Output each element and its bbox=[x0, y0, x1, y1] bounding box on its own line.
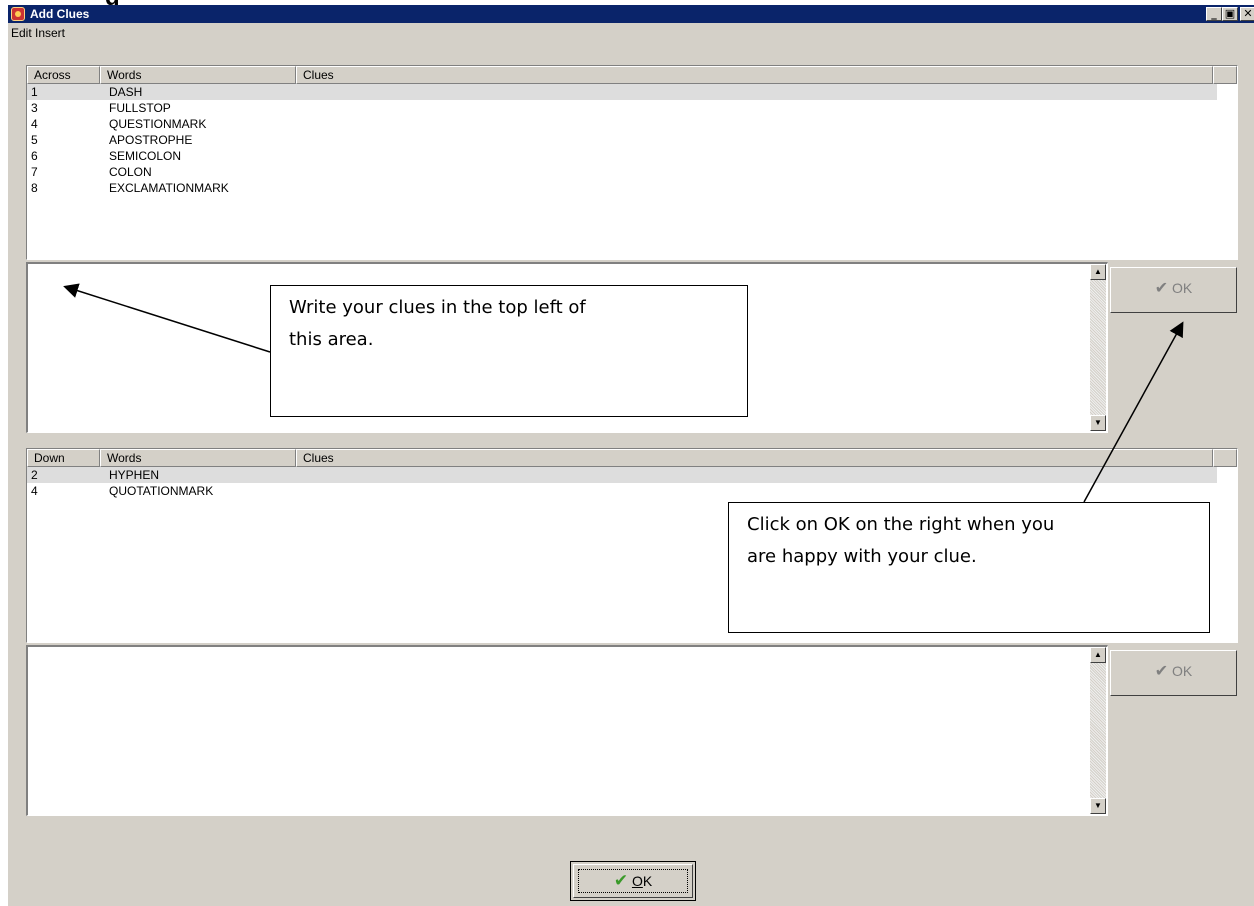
arrow-to-ok-button bbox=[1083, 321, 1184, 503]
arrow-to-clue-area bbox=[63, 283, 271, 353]
annotation-arrows bbox=[63, 283, 1184, 503]
